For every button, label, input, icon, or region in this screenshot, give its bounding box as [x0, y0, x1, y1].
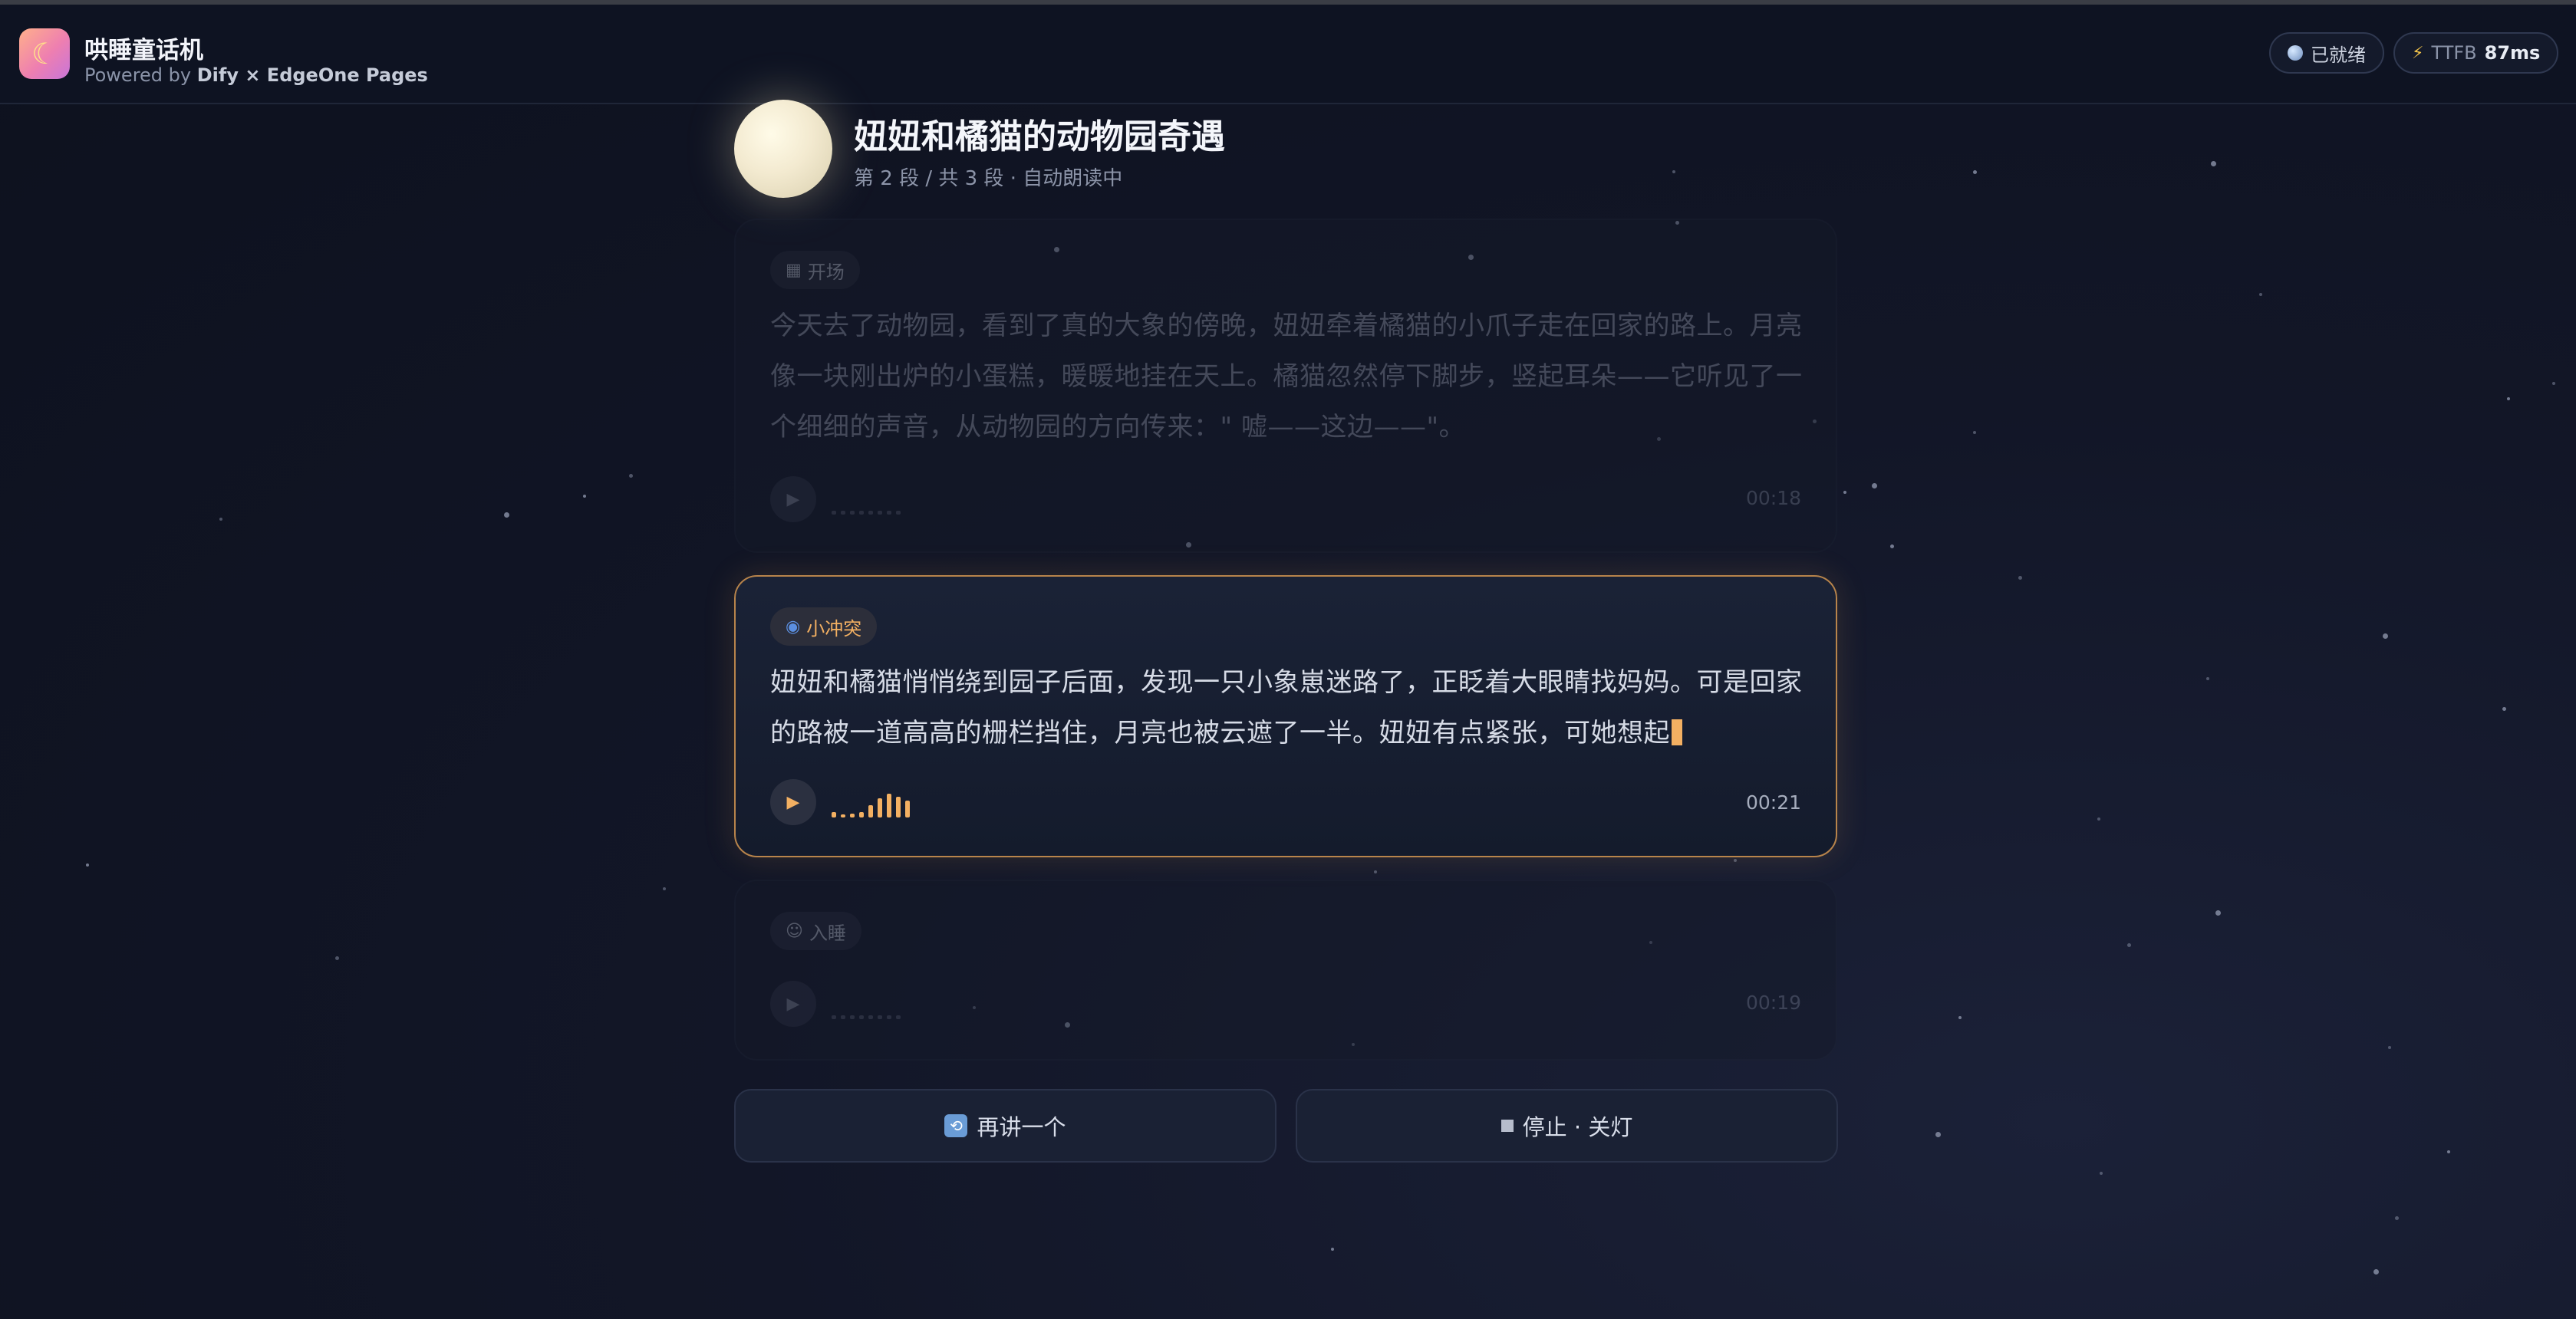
segment-card-opening: ▦ 开场 今天去了动物园，看到了真的大象的傍晚，妞妞牵着橘猫的小爪子走在回家的路…: [734, 219, 1837, 553]
star: [335, 956, 339, 960]
waveform-bar: [850, 814, 855, 817]
star: [1843, 491, 1846, 494]
repeat-icon: ⟲: [944, 1114, 968, 1137]
star: [1374, 870, 1377, 873]
star: [1890, 544, 1894, 548]
waveform-bar: [887, 794, 891, 817]
moon-icon: [734, 100, 832, 198]
powered-prefix: Powered by: [84, 64, 192, 86]
star: [1973, 170, 1977, 174]
star: [2447, 1150, 2450, 1153]
app-title: 哄睡童话机: [84, 37, 203, 64]
star: [1331, 1248, 1334, 1251]
star: [2383, 633, 2388, 639]
segment-tag-label: 入睡: [809, 922, 846, 944]
lightning-icon: ⚡: [2412, 43, 2424, 63]
star: [1973, 431, 1976, 434]
film-icon: ▦: [786, 260, 802, 280]
star: [2373, 1269, 2379, 1275]
star: [1734, 859, 1737, 862]
star: [2388, 1046, 2391, 1049]
tell-another-button[interactable]: ⟲ 再讲一个: [734, 1089, 1276, 1163]
star: [1672, 170, 1675, 173]
segment-text: 妞妞和橘猫悄悄绕到园子后面，发现一只小象崽迷路了，正眨着大眼睛找妈妈。可是回家的…: [770, 657, 1806, 758]
powered-brand: Dify × EdgeOne Pages: [196, 64, 428, 86]
status-label: 已就绪: [2311, 44, 2366, 66]
ttfb-badge: ⚡ TTFB 87ms: [2393, 32, 2559, 74]
swirl-icon: ◉: [786, 617, 801, 636]
play-button[interactable]: ▶: [770, 981, 816, 1027]
star: [1872, 483, 1877, 488]
segment-text: 今天去了动物园，看到了真的大象的傍晚，妞妞牵着橘猫的小爪子走在回家的路上。月亮像…: [770, 311, 1803, 442]
star: [2215, 910, 2221, 916]
star: [2100, 1172, 2103, 1175]
ttfb-value: 87ms: [2484, 42, 2541, 64]
stop-button[interactable]: 停止 · 关灯: [1296, 1089, 1838, 1163]
segment-card-conflict: ◉ 小冲突 妞妞和橘猫悄悄绕到园子后面，发现一只小象崽迷路了，正眨着大眼睛找妈妈…: [734, 575, 1837, 857]
star: [1935, 1132, 1941, 1137]
app-header: ☾ 哄睡童话机 Powered by Dify × EdgeOne Pages …: [0, 5, 2576, 104]
waveform-bar: [841, 814, 845, 817]
star: [2502, 707, 2506, 711]
segment-duration: 00:18: [1745, 487, 1801, 509]
star: [86, 863, 89, 867]
typing-cursor: [1672, 719, 1682, 745]
segment-text-content: 妞妞和橘猫悄悄绕到园子后面，发现一只小象崽迷路了，正眨着大眼睛找妈妈。可是回家的…: [770, 667, 1803, 748]
star: [2206, 677, 2209, 680]
crescent-moon-icon: ☾: [19, 28, 70, 79]
story-title: 妞妞和橘猫的动物园奇遇: [854, 117, 1225, 156]
segment-tag-label: 开场: [807, 261, 845, 283]
story-progress: 第 2 段 / 共 3 段 · 自动朗读中: [854, 167, 1123, 190]
waveform-bar: [878, 798, 882, 817]
ttfb-label: TTFB: [2431, 42, 2477, 64]
waveform-bar: [859, 812, 864, 817]
segment-card-sleep: ☺ 入睡 ▶ 00:19: [734, 880, 1837, 1061]
star: [2097, 817, 2100, 821]
segment-duration: 00:21: [1745, 791, 1801, 814]
star: [629, 474, 633, 478]
star: [2259, 293, 2262, 296]
waveform-bar: [896, 797, 901, 817]
audio-waveform: [832, 787, 910, 817]
globe-icon: [2288, 45, 2303, 61]
star: [2127, 943, 2131, 947]
play-button[interactable]: ▶: [770, 476, 816, 522]
status-badge: 已就绪: [2269, 32, 2384, 74]
star: [2552, 382, 2555, 385]
waveform-bar: [905, 801, 910, 817]
stop-icon: [1500, 1120, 1514, 1132]
powered-by: Powered by Dify × EdgeOne Pages: [84, 64, 428, 86]
star: [219, 518, 222, 521]
star: [2507, 397, 2510, 400]
star: [663, 887, 666, 890]
waveform-bar: [832, 812, 836, 817]
star: [583, 495, 586, 498]
play-button[interactable]: ▶: [770, 779, 816, 825]
audio-waveform: [832, 988, 901, 1019]
segment-tag: ▦ 开场: [770, 251, 860, 289]
star: [2211, 161, 2216, 166]
segment-duration: 00:19: [1745, 992, 1801, 1014]
tell-another-label: 再讲一个: [977, 1114, 1066, 1140]
segment-tag: ◉ 小冲突: [770, 607, 878, 646]
sleeping-face-icon: ☺: [786, 921, 803, 941]
star: [2395, 1216, 2399, 1220]
segment-tag: ☺ 入睡: [770, 912, 861, 950]
segment-tag-label: 小冲突: [806, 617, 862, 640]
waveform-bar: [868, 805, 873, 817]
star: [504, 512, 509, 518]
star: [2018, 576, 2022, 580]
audio-waveform: [832, 484, 901, 515]
star: [1958, 1016, 1962, 1019]
stop-label: 停止 · 关灯: [1522, 1114, 1633, 1140]
